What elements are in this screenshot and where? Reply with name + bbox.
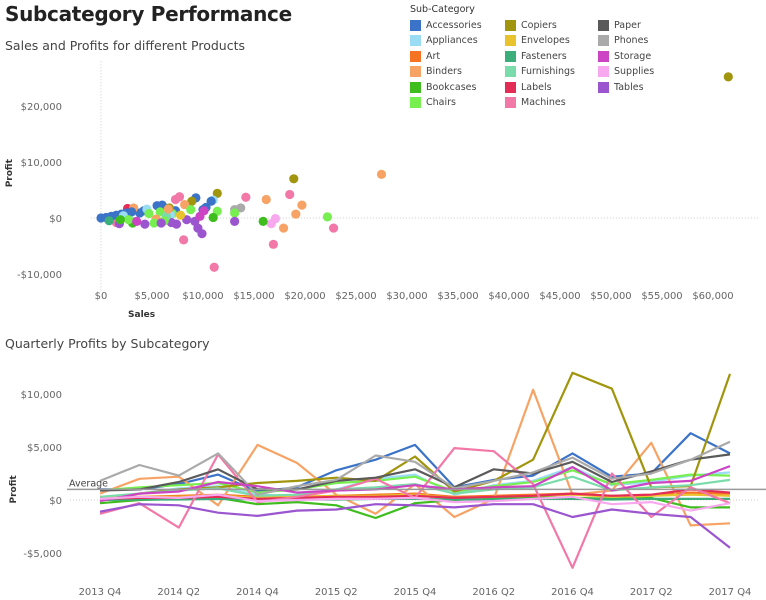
y-tick-label: -$10,000 (17, 270, 62, 281)
x-tick-label: 2017 Q4 (709, 587, 752, 598)
scatter-point[interactable] (266, 219, 276, 229)
x-tick-label: $45,000 (539, 291, 580, 302)
scatter-point[interactable] (230, 208, 240, 218)
scatter-point[interactable] (127, 207, 137, 217)
legend-label: Appliances (426, 35, 478, 46)
legend-item[interactable]: Paper (598, 18, 641, 32)
line-chart-title: Quarterly Profits by Subcategory (5, 336, 210, 351)
x-tick-label: $40,000 (488, 291, 529, 302)
scatter-point[interactable] (723, 72, 733, 82)
scatter-point[interactable] (297, 200, 307, 210)
x-tick-label: 2017 Q2 (630, 587, 673, 598)
scatter-point[interactable] (156, 218, 166, 228)
series-line[interactable] (99, 503, 731, 549)
y-axis-label: Profit (5, 158, 15, 187)
x-tick-label: $25,000 (335, 291, 376, 302)
scatter-point[interactable] (163, 204, 173, 214)
legend-swatch (598, 19, 609, 31)
legend-label: Copiers (521, 19, 557, 31)
x-tick-label: $30,000 (386, 291, 427, 302)
scatter-point[interactable] (179, 235, 189, 245)
scatter-point[interactable] (170, 194, 181, 205)
y-axis-label: Profit (9, 475, 19, 504)
y-tick-label: $0 (49, 496, 62, 507)
x-tick-label: $50,000 (590, 291, 631, 302)
scatter-point[interactable] (144, 208, 154, 219)
legend-label: Accessories (426, 19, 482, 31)
scatter-point[interactable] (123, 215, 134, 225)
scatter-point[interactable] (230, 216, 240, 226)
x-tick-label: $5,000 (135, 291, 170, 302)
x-tick-label: $60,000 (692, 291, 733, 302)
scatter-point[interactable] (328, 223, 339, 233)
scatter-point[interactable] (268, 239, 278, 249)
x-axis-label: Sales (128, 310, 155, 320)
dashboard-title: Subcategory Performance (5, 2, 292, 26)
scatter-point[interactable] (322, 212, 333, 222)
scatter-point[interactable] (132, 216, 142, 226)
scatter-point[interactable] (209, 262, 219, 272)
x-tick-label: 2014 Q2 (157, 587, 200, 598)
x-tick-label: 2016 Q4 (551, 587, 594, 598)
scatter-point[interactable] (195, 211, 205, 221)
legend-item[interactable]: Phones (598, 34, 648, 48)
x-tick-label: 2015 Q2 (315, 587, 358, 598)
scatter-point[interactable] (104, 216, 114, 226)
legend-swatch (505, 19, 516, 31)
scatter-point[interactable] (208, 212, 218, 223)
scatter-point[interactable] (175, 210, 186, 220)
y-tick-label: $5,000 (27, 443, 62, 454)
legend-item[interactable]: Envelopes (505, 34, 570, 48)
legend-swatch (505, 35, 516, 46)
scatter-title: Sales and Profits for different Products (5, 38, 246, 53)
legend-label: Envelopes (521, 35, 570, 46)
y-tick-label: -$5,000 (23, 549, 62, 560)
scatter-point[interactable] (241, 192, 251, 202)
scatter-point[interactable] (289, 174, 299, 184)
legend-item[interactable]: Accessories (410, 18, 482, 32)
legend-title: Sub-Category (410, 4, 475, 15)
legend-item[interactable]: Copiers (505, 18, 557, 32)
legend-swatch (598, 35, 609, 46)
scatter-point[interactable] (186, 205, 196, 215)
scatter-point[interactable] (278, 223, 289, 233)
y-tick-label: $10,000 (21, 390, 62, 401)
y-tick-label: $20,000 (21, 102, 62, 113)
x-tick-label: $55,000 (641, 291, 682, 302)
x-tick-label: $35,000 (437, 291, 478, 302)
line-chart: -$5,000 $0 $5,000 $10,000 2013 Q4 2014 Q2 2014… (9, 371, 766, 598)
scatter-point[interactable] (171, 219, 182, 229)
scatter-point[interactable] (261, 194, 271, 205)
x-tick-label: 2016 Q2 (472, 587, 515, 598)
x-tick-label: $0 (95, 291, 108, 302)
average-label: Average (69, 478, 108, 489)
legend-swatch (410, 19, 421, 31)
legend-label: Phones (614, 35, 649, 46)
scatter-point[interactable] (258, 216, 268, 226)
x-tick-label: 2013 Q4 (79, 587, 122, 598)
x-tick-label: $10,000 (182, 291, 223, 302)
y-tick-label: $0 (49, 214, 62, 225)
y-tick-label: $10,000 (21, 158, 62, 169)
x-tick-label: $20,000 (284, 291, 325, 302)
scatter-point[interactable] (376, 169, 387, 179)
scatter-point[interactable] (291, 209, 301, 219)
scatter-point[interactable] (285, 189, 295, 200)
legend-item[interactable]: Appliances (410, 34, 478, 48)
x-tick-label: 2014 Q4 (236, 587, 279, 598)
x-tick-label: 2015 Q4 (394, 587, 437, 598)
scatter-point[interactable] (115, 215, 125, 225)
scatter-point[interactable] (197, 229, 207, 239)
scatter-point[interactable] (140, 219, 150, 229)
scatter-plot: -$10,000 $0 $10,000 $20,000 $0 $5,000 $10,000 $… (5, 61, 760, 320)
legend-label: Paper (614, 19, 641, 31)
legend-swatch (410, 35, 421, 46)
x-tick-label: $15,000 (233, 291, 274, 302)
